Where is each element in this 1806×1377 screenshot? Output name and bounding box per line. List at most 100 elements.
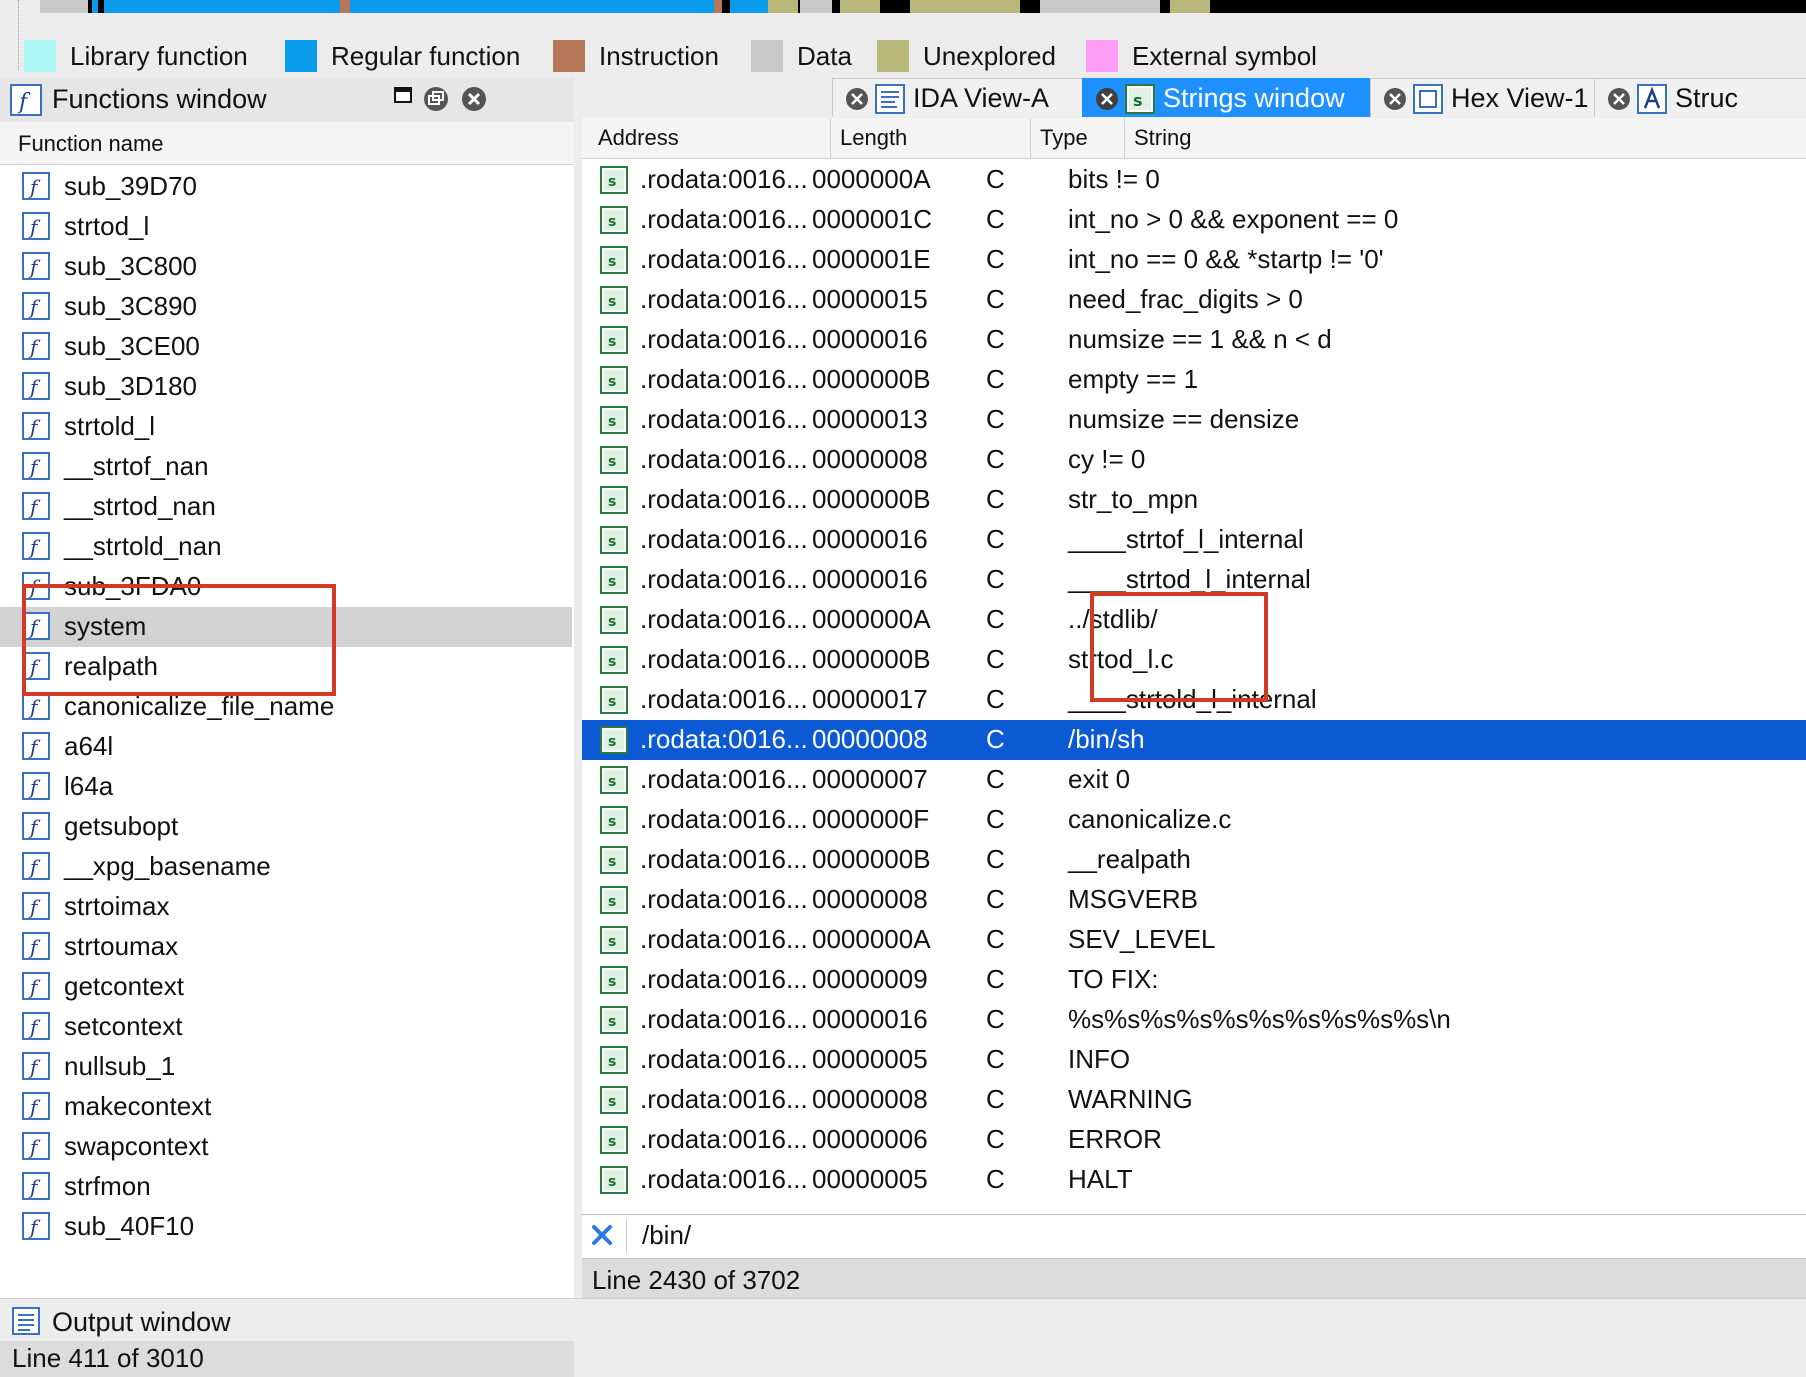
legend-swatch (24, 40, 56, 72)
output-window-tab[interactable]: Output window (0, 1298, 1806, 1341)
string-icon: s (600, 606, 628, 634)
string-value: WARNING (1068, 1084, 1193, 1114)
column-length[interactable]: Length (840, 125, 907, 151)
string-icon: s (600, 366, 628, 394)
string-row[interactable]: s .rodata:0016... 0000000A Cbits != 0 (582, 160, 1806, 200)
float-window-icon[interactable] (423, 86, 449, 112)
string-icon: s (600, 406, 628, 434)
string-length: 00000005 (812, 1164, 928, 1194)
string-row[interactable]: s .rodata:0016... 00000008 C MSGVERB (582, 880, 1806, 920)
string-address: .rodata:0016... (640, 564, 808, 594)
string-row[interactable]: s .rodata:0016... 00000007 Cexit 0 (582, 760, 1806, 800)
string-address: .rodata:0016... (640, 524, 808, 554)
function-icon: f (22, 292, 50, 320)
function-list-item[interactable]: f sub_3D180 (0, 367, 572, 407)
tab-close-icon[interactable] (845, 87, 869, 111)
function-list-item[interactable]: f sub_40F10 (0, 1207, 572, 1247)
string-row[interactable]: s .rodata:0016... 00000016 Cnumsize == 1 &&… (582, 320, 1806, 360)
maximize-icon[interactable] (393, 86, 413, 106)
function-list-item[interactable]: f strtold_l (0, 407, 572, 447)
functions-list[interactable]: f sub_39D70 f strtod_l f sub_3C800 f sub_3C890 f… (0, 167, 574, 1329)
string-row[interactable]: s .rodata:0016... 0000001C Cint_no > 0 && e… (582, 200, 1806, 240)
column-address[interactable]: Address (598, 125, 679, 151)
tab-structures[interactable]: Struc (1594, 78, 1806, 117)
string-row[interactable]: s .rodata:0016... 00000009 C TO FIX: (582, 960, 1806, 1000)
function-list-item[interactable]: f strtod_l (0, 207, 572, 247)
string-row[interactable]: s .rodata:0016... 0000001E Cint_no == 0 && … (582, 240, 1806, 280)
string-row[interactable]: s .rodata:0016... 00000016 C %s%s%s%s%s%s%s%… (582, 1000, 1806, 1040)
svg-text:s: s (608, 254, 616, 270)
tab-strings-window[interactable]: s Strings window (1082, 78, 1372, 117)
function-list-item[interactable]: f sub_3C800 (0, 247, 572, 287)
function-list-item[interactable]: f strtoimax (0, 887, 572, 927)
string-row[interactable]: s .rodata:0016... 00000005 C HALT (582, 1160, 1806, 1200)
string-row[interactable]: s .rodata:0016... 00000013 Cnumsize == dens… (582, 400, 1806, 440)
string-type: C (986, 324, 1005, 354)
filter-input[interactable] (640, 1217, 1794, 1253)
string-address: .rodata:0016... (640, 244, 808, 274)
svg-text:s: s (608, 1054, 616, 1070)
string-type: C (986, 1084, 1005, 1114)
function-list-item[interactable]: f strtoumax (0, 927, 572, 967)
string-row[interactable]: s .rodata:0016... 0000000F Ccanonicalize.c (582, 800, 1806, 840)
function-list-item[interactable]: f a64l (0, 727, 572, 767)
navigation-band[interactable] (40, 0, 1806, 13)
svg-text:s: s (608, 294, 616, 310)
tab-close-icon[interactable] (1095, 87, 1119, 111)
string-address: .rodata:0016... (640, 804, 808, 834)
function-list-item[interactable]: f strfmon (0, 1167, 572, 1207)
string-type: C (986, 164, 1005, 194)
function-name: strtod_l (64, 211, 150, 241)
tab-hex-view-1[interactable]: Hex View-1 (1370, 78, 1596, 117)
function-list-item[interactable]: f __strtod_nan (0, 487, 572, 527)
column-separator[interactable] (1124, 118, 1125, 158)
column-type[interactable]: Type (1040, 125, 1088, 151)
svg-text:s: s (608, 174, 616, 190)
string-length: 00000016 (812, 564, 928, 594)
column-string[interactable]: String (1134, 125, 1191, 151)
function-list-item[interactable]: f __xpg_basename (0, 847, 572, 887)
string-row[interactable]: s .rodata:0016... 00000008 C/bin/sh (582, 720, 1806, 760)
string-row[interactable]: s .rodata:0016... 00000016 C ____strtof_l_in… (582, 520, 1806, 560)
function-list-item[interactable]: f makecontext (0, 1087, 572, 1127)
ida-view-icon (875, 84, 905, 114)
string-row[interactable]: s .rodata:0016... 00000008 Ccy != 0 (582, 440, 1806, 480)
string-row[interactable]: s .rodata:0016... 00000015 Cneed_frac_digit… (582, 280, 1806, 320)
function-list-item[interactable]: f swapcontext (0, 1127, 572, 1167)
string-address: .rodata:0016... (640, 1124, 808, 1154)
function-list-item[interactable]: f getcontext (0, 967, 572, 1007)
legend-instruction: Instruction (553, 40, 719, 72)
string-type: C (986, 404, 1005, 434)
function-name-column-header[interactable]: Function name (0, 122, 574, 165)
string-row[interactable]: s .rodata:0016... 00000006 C ERROR (582, 1120, 1806, 1160)
function-list-item[interactable]: f setcontext (0, 1007, 572, 1047)
string-row[interactable]: s .rodata:0016... 0000000B Cempty == 1 (582, 360, 1806, 400)
string-row[interactable]: s .rodata:0016... 00000008 C WARNING (582, 1080, 1806, 1120)
string-value: %s%s%s%s%s%s%s%s%s%s\n (1068, 1004, 1451, 1034)
string-row[interactable]: s .rodata:0016... 0000000B C __realpath (582, 840, 1806, 880)
function-list-item[interactable]: f l64a (0, 767, 572, 807)
panel-splitter[interactable] (574, 78, 582, 1298)
function-list-item[interactable]: f getsubopt (0, 807, 572, 847)
clear-filter-icon[interactable] (588, 1221, 616, 1249)
column-separator[interactable] (1030, 118, 1031, 158)
column-separator[interactable] (830, 118, 831, 158)
string-row[interactable]: s .rodata:0016... 0000000B Cstr_to_mpn (582, 480, 1806, 520)
tab-close-icon[interactable] (1607, 87, 1631, 111)
function-icon: f (10, 84, 42, 116)
function-list-item[interactable]: f sub_39D70 (0, 167, 572, 207)
tab-close-icon[interactable] (1383, 87, 1407, 111)
function-list-item[interactable]: f sub_3CE00 (0, 327, 572, 367)
string-value: INFO (1068, 1044, 1131, 1074)
string-row[interactable]: s .rodata:0016... 0000000A C SEV_LEVEL (582, 920, 1806, 960)
svg-text:s: s (608, 374, 616, 390)
string-row[interactable]: s .rodata:0016... 00000005 C INFO (582, 1040, 1806, 1080)
function-name-column-label: Function name (18, 131, 164, 156)
function-list-item[interactable]: f sub_3C890 (0, 287, 572, 327)
close-icon[interactable] (461, 86, 487, 112)
function-list-item[interactable]: f __strtof_nan (0, 447, 572, 487)
tab-ida-view-a[interactable]: IDA View-A (832, 78, 1084, 117)
function-list-item[interactable]: f nullsub_1 (0, 1047, 572, 1087)
function-list-item[interactable]: f __strtold_nan (0, 527, 572, 567)
svg-text:s: s (608, 1094, 616, 1110)
